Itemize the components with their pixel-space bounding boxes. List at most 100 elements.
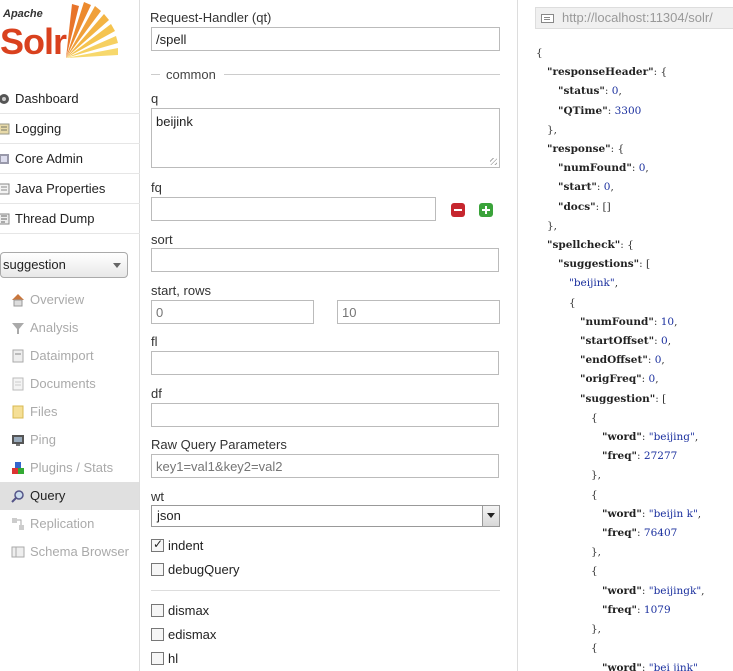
- json-line: "beijink",: [536, 274, 705, 293]
- add-fq-button[interactable]: [479, 203, 493, 217]
- json-line: },: [536, 217, 705, 236]
- fq-input[interactable]: [151, 197, 436, 221]
- core-nav-dataimport[interactable]: Dataimport: [0, 342, 139, 370]
- nav-label: Logging: [15, 121, 62, 136]
- common-section-legend: common: [150, 67, 500, 82]
- json-token: "start": [558, 181, 597, 194]
- nav-logging[interactable]: Logging: [0, 114, 140, 144]
- indent-checkbox[interactable]: [151, 537, 164, 552]
- json-token: 10: [660, 315, 675, 328]
- query-form: Request-Handler (qt) common q beijink fq…: [150, 0, 505, 671]
- json-line: "freq": 76407: [536, 524, 705, 543]
- core-nav-analysis[interactable]: Analysis: [0, 314, 139, 342]
- sort-input[interactable]: [151, 248, 499, 272]
- nav-dashboard[interactable]: Dashboard: [0, 84, 140, 114]
- core-nav-label: Analysis: [30, 320, 79, 335]
- nav-core-admin[interactable]: Core Admin: [0, 144, 140, 174]
- nav-thread-dump[interactable]: Thread Dump: [0, 204, 140, 234]
- json-token: :: [641, 373, 649, 386]
- resize-grip-icon[interactable]: [490, 158, 497, 165]
- json-token: {: [591, 488, 598, 501]
- raw-query-input[interactable]: [151, 454, 499, 478]
- core-nav-label: Schema Browser: [30, 544, 129, 559]
- solr-logo[interactable]: Apache Solr: [0, 0, 140, 80]
- debug-query-checkbox[interactable]: [151, 563, 164, 576]
- core-nav-plugins-stats[interactable]: Plugins / Stats: [0, 454, 139, 482]
- json-line: {: [536, 486, 705, 505]
- json-token: "origFreq": [580, 373, 642, 386]
- json-token: ,: [655, 373, 659, 386]
- core-nav-files[interactable]: Files: [0, 398, 139, 426]
- json-line: "word": "beijingk",: [536, 582, 705, 601]
- start-input[interactable]: [151, 300, 314, 324]
- hl-label: hl: [168, 651, 179, 666]
- q-textarea[interactable]: beijink: [151, 108, 500, 168]
- json-token: : []: [595, 200, 611, 213]
- json-token: ,: [667, 335, 672, 348]
- request-url-link[interactable]: http://localhost:11304/solr/: [535, 7, 733, 29]
- json-token: {: [591, 411, 598, 424]
- json-token: :: [647, 354, 655, 367]
- wt-value: json: [157, 508, 181, 523]
- json-token: {: [591, 565, 598, 578]
- core-nav-query[interactable]: Query: [0, 482, 139, 510]
- json-token: "numFound": [580, 315, 654, 328]
- core-nav-label: Dataimport: [30, 348, 94, 363]
- json-token: 0: [661, 335, 668, 348]
- qt-input[interactable]: [151, 27, 500, 51]
- documents-icon: [12, 377, 24, 391]
- rows-input[interactable]: [337, 300, 500, 324]
- core-nav-overview[interactable]: Overview: [0, 286, 139, 314]
- df-input[interactable]: [151, 403, 499, 427]
- json-line: "docs": []: [536, 198, 705, 217]
- core-nav-schema-browser[interactable]: Schema Browser: [0, 538, 139, 566]
- ping-icon: [12, 435, 24, 446]
- json-token: "suggestion": [580, 392, 656, 405]
- json-line: "freq": 27277: [536, 447, 705, 466]
- json-token: : {: [610, 143, 625, 156]
- json-token: ,: [614, 277, 619, 290]
- nav-java-properties[interactable]: Java Properties: [0, 174, 140, 204]
- dismax-checkbox[interactable]: [151, 604, 164, 617]
- json-token: "spellcheck": [547, 239, 621, 252]
- remove-fq-button[interactable]: [451, 203, 465, 217]
- core-nav-documents[interactable]: Documents: [0, 370, 139, 398]
- fl-input[interactable]: [151, 351, 499, 375]
- logo-solr-text: Solr: [0, 21, 67, 62]
- json-line: "suggestion": [: [536, 390, 705, 409]
- dashboard-icon: [0, 94, 9, 104]
- wt-select[interactable]: json: [151, 505, 500, 527]
- json-line: {: [536, 639, 705, 658]
- core-selector[interactable]: suggestion: [0, 252, 128, 278]
- json-line: "word": "beijing",: [536, 428, 705, 447]
- core-nav-replication[interactable]: Replication: [0, 510, 139, 538]
- json-token: "freq": [602, 603, 638, 616]
- json-token: "beijin k": [648, 507, 698, 520]
- wt-label: wt: [151, 489, 164, 504]
- json-token: "endOffset": [580, 354, 648, 367]
- core-nav: Overview Analysis Dataimport Documents F…: [0, 286, 139, 566]
- json-token: "response": [547, 143, 611, 156]
- json-token: "docs": [558, 200, 596, 213]
- json-token: :: [641, 431, 649, 444]
- json-token: :: [604, 85, 612, 98]
- json-line: },: [536, 121, 705, 140]
- core-nav-ping[interactable]: Ping: [0, 426, 139, 454]
- json-token: "QTime": [558, 104, 608, 117]
- nav-label: Thread Dump: [15, 211, 95, 226]
- core-nav-label: Query: [30, 488, 66, 503]
- json-line: "numFound": 0,: [536, 159, 705, 178]
- json-token: :: [641, 661, 649, 671]
- json-line: },: [536, 466, 705, 485]
- json-token: 3300: [614, 104, 642, 117]
- fl-label: fl: [151, 334, 158, 349]
- json-token: "freq": [602, 527, 638, 540]
- edismax-checkbox[interactable]: [151, 628, 164, 641]
- json-token: :: [654, 335, 661, 348]
- chevron-down-icon: [113, 263, 121, 268]
- json-token: "status": [558, 85, 605, 98]
- json-line: "response": {: [536, 140, 705, 159]
- json-token: "word": [602, 431, 642, 444]
- q-label: q: [151, 91, 159, 106]
- hl-checkbox[interactable]: [151, 652, 164, 665]
